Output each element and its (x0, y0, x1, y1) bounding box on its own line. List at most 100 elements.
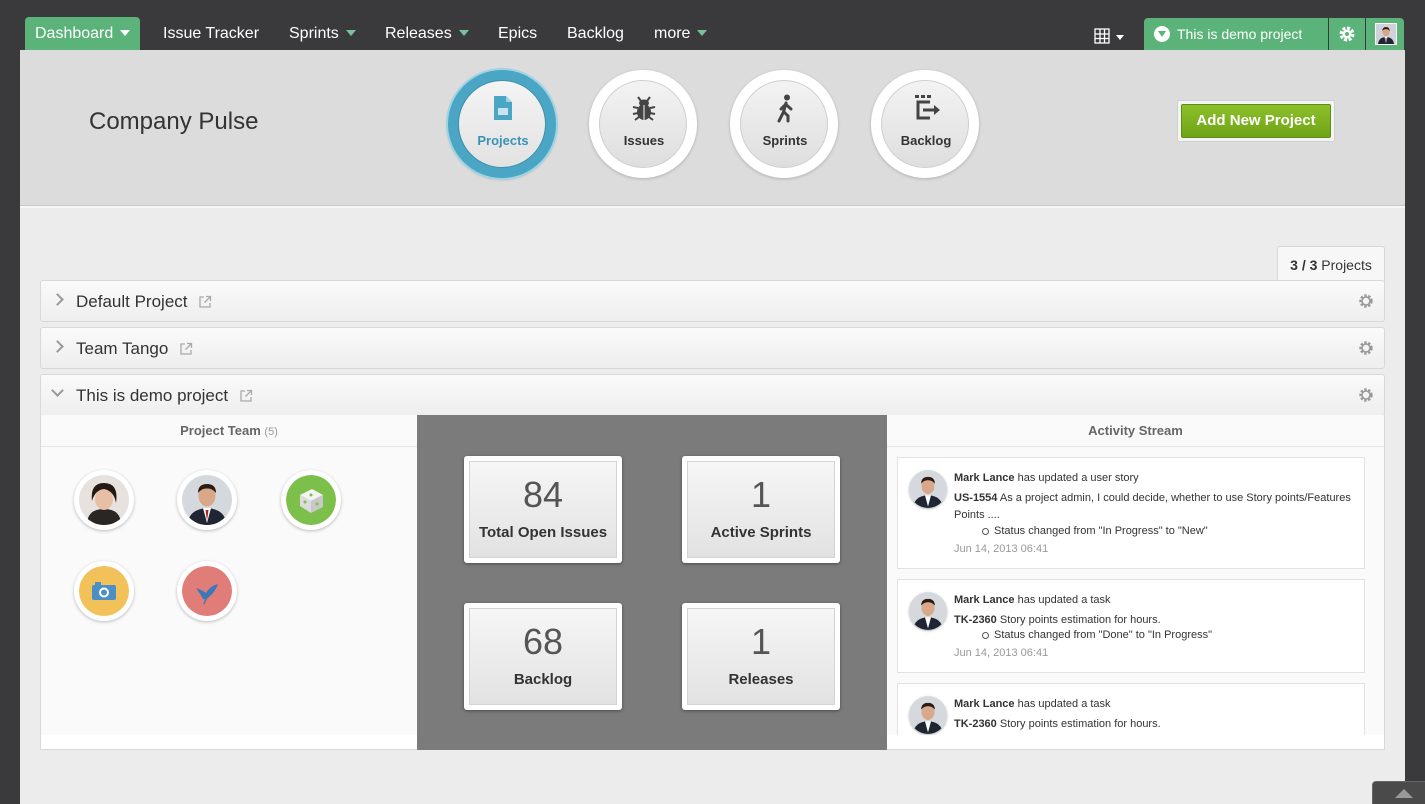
activity-summary: US-1554 As a project admin, I could deci… (954, 490, 1354, 524)
add-new-project-label: Add New Project (1181, 104, 1331, 138)
scroll-to-top-button[interactable] (1372, 781, 1425, 804)
external-link-icon[interactable] (239, 389, 253, 403)
project-details: Project Team (5) 84 Total Open Issues 1 … (40, 415, 1385, 750)
stat-label: Releases (728, 671, 794, 688)
gear-icon[interactable] (1358, 340, 1374, 356)
nav-more[interactable]: more (644, 17, 717, 51)
avatar (182, 475, 232, 525)
stat-label: Active Sprints (710, 524, 812, 541)
activity-summary-text: Story points estimation for hours. (999, 614, 1161, 626)
stat-box: 1 Releases (687, 608, 835, 705)
team-member-avatar[interactable] (177, 561, 237, 621)
chevron-right-icon[interactable] (51, 340, 64, 353)
activity-summary: TK-2360 Story points estimation for hour… (954, 716, 1354, 733)
activity-user[interactable]: Mark Lance (954, 472, 1015, 484)
activity-headline: Mark Lance has updated a task (954, 594, 1111, 606)
gear-icon (1339, 26, 1355, 42)
stat-value: 1 (750, 474, 772, 515)
circle-backlog[interactable]: Backlog (871, 70, 979, 178)
stat-active-sprints[interactable]: 1 Active Sprints (682, 456, 840, 563)
caret-down-icon (697, 29, 708, 36)
stat-box: 84 Total Open Issues (469, 461, 617, 558)
stat-releases[interactable]: 1 Releases (682, 603, 840, 710)
hero-header: Company Pulse Projects Issues Sprints Ba… (20, 50, 1405, 206)
project-count-label: Projects (1321, 257, 1372, 273)
activity-headline: Mark Lance has updated a user story (954, 472, 1139, 484)
activity-key-link[interactable]: TK-2360 (954, 718, 997, 730)
top-navigation: Dashboard Issue Tracker Sprints Releases… (0, 0, 1425, 51)
external-link-icon[interactable] (198, 295, 212, 309)
avatar (909, 696, 947, 734)
caret-down-icon (120, 29, 131, 36)
activity-summary-text: Story points estimation for hours. (999, 718, 1161, 730)
circle-issues-label: Issues (623, 133, 665, 148)
activity-timestamp: Jun 14, 2013 06:41 (954, 647, 1049, 659)
activity-change: Status changed from "In Progress" to "Ne… (982, 525, 1208, 537)
gear-icon[interactable] (1358, 293, 1374, 309)
nav-sprints[interactable]: Sprints (279, 17, 366, 51)
caret-down-icon (458, 29, 469, 36)
circle-sprints-label: Sprints (762, 133, 808, 148)
nav-epics[interactable]: Epics (488, 17, 547, 51)
project-stats-panel: 84 Total Open Issues 1 Active Sprints 68… (417, 415, 887, 750)
project-row-team-tango[interactable]: Team Tango (40, 327, 1385, 369)
chevron-right-icon[interactable] (51, 293, 64, 306)
activity-item[interactable]: Mark Lance has updated a task TK-2360 St… (897, 683, 1365, 735)
circle-backlog-label: Backlog (900, 133, 952, 148)
grid-icon[interactable] (1092, 26, 1128, 46)
activity-user[interactable]: Mark Lance (954, 594, 1015, 606)
stat-box: 1 Active Sprints (687, 461, 835, 558)
activity-key-link[interactable]: US-1554 (954, 492, 997, 504)
team-member-avatar[interactable] (177, 470, 237, 530)
circle-issues-inner: Issues (599, 80, 687, 168)
activity-action: has updated a task (1017, 698, 1111, 710)
add-new-project-button[interactable]: Add New Project (1177, 100, 1335, 142)
project-team-panel: Project Team (5) (41, 415, 417, 735)
stat-value: 1 (750, 621, 772, 662)
nav-backlog[interactable]: Backlog (557, 17, 634, 51)
project-team-header: Project Team (5) (41, 415, 417, 447)
chevron-down-icon[interactable] (51, 384, 64, 397)
bug-icon (632, 96, 656, 121)
hero-divider (20, 206, 1405, 208)
backlog-icon (915, 95, 940, 120)
team-member-avatar[interactable] (74, 470, 134, 530)
chevron-down-icon (1154, 26, 1170, 42)
team-member-avatar[interactable] (281, 470, 341, 530)
project-row-default[interactable]: Default Project (40, 280, 1385, 322)
nav-issue-tracker-label: Issue Tracker (163, 25, 260, 42)
project-name: This is demo project (76, 386, 229, 405)
nav-dashboard[interactable]: Dashboard (25, 17, 141, 51)
circle-projects-inner: Projects (458, 80, 546, 168)
nav-releases[interactable]: Releases (375, 17, 479, 51)
stat-label: Total Open Issues (478, 524, 608, 541)
circle-issues[interactable]: Issues (589, 70, 697, 178)
stat-total-open-issues[interactable]: 84 Total Open Issues (464, 456, 622, 563)
activity-user[interactable]: Mark Lance (954, 698, 1015, 710)
user-avatar-button[interactable] (1366, 18, 1404, 50)
project-team-count: (5) (264, 426, 278, 438)
gear-icon[interactable] (1358, 387, 1374, 403)
settings-button[interactable] (1329, 18, 1365, 50)
stat-backlog[interactable]: 68 Backlog (464, 603, 622, 710)
circle-backlog-inner: Backlog (881, 80, 969, 168)
external-link-icon[interactable] (179, 342, 193, 356)
current-project-label: This is demo project (1177, 26, 1303, 42)
avatar (909, 592, 947, 630)
activity-item[interactable]: Mark Lance has updated a task TK-2360 St… (897, 579, 1365, 673)
project-row-demo[interactable]: This is demo project (40, 374, 1385, 416)
stat-value: 68 (522, 621, 564, 662)
camera-icon (79, 566, 129, 616)
current-project-selector[interactable]: This is demo project (1144, 18, 1328, 50)
project-name: Team Tango (76, 339, 169, 358)
activity-item[interactable]: Mark Lance has updated a user story US-1… (897, 457, 1365, 569)
nav-issue-tracker[interactable]: Issue Tracker (153, 17, 269, 51)
team-member-avatar[interactable] (74, 561, 134, 621)
caret-down-icon (345, 29, 356, 36)
circle-projects[interactable]: Projects (448, 70, 556, 178)
activity-summary: TK-2360 Story points estimation for hour… (954, 612, 1354, 629)
page-title: Company Pulse (89, 108, 259, 135)
circle-sprints[interactable]: Sprints (730, 70, 838, 178)
activity-key-link[interactable]: TK-2360 (954, 614, 997, 626)
activity-action: has updated a user story (1017, 472, 1139, 484)
